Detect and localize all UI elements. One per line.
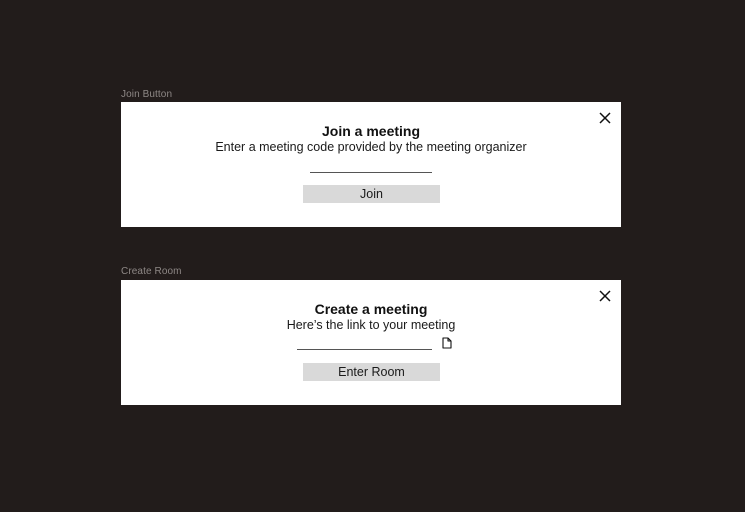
meeting-link-field[interactable] [297, 335, 432, 350]
meeting-code-input[interactable] [310, 158, 432, 173]
join-meeting-dialog: Join a meeting Enter a meeting code prov… [121, 102, 621, 227]
join-button[interactable]: Join [303, 185, 440, 203]
dialog-subtitle: Enter a meeting code provided by the mee… [215, 140, 527, 154]
join-frame-label: Join Button [121, 89, 173, 100]
dialog-subtitle: Here’s the link to your meeting [286, 318, 456, 332]
dialog-title: Create a meeting [314, 301, 428, 317]
dialog-title: Join a meeting [321, 123, 421, 139]
create-frame-label: Create Room [121, 266, 182, 277]
document-icon[interactable] [442, 337, 452, 349]
create-meeting-dialog: Create a meeting Here’s the link to your… [121, 280, 621, 405]
enter-room-button[interactable]: Enter Room [303, 363, 440, 381]
